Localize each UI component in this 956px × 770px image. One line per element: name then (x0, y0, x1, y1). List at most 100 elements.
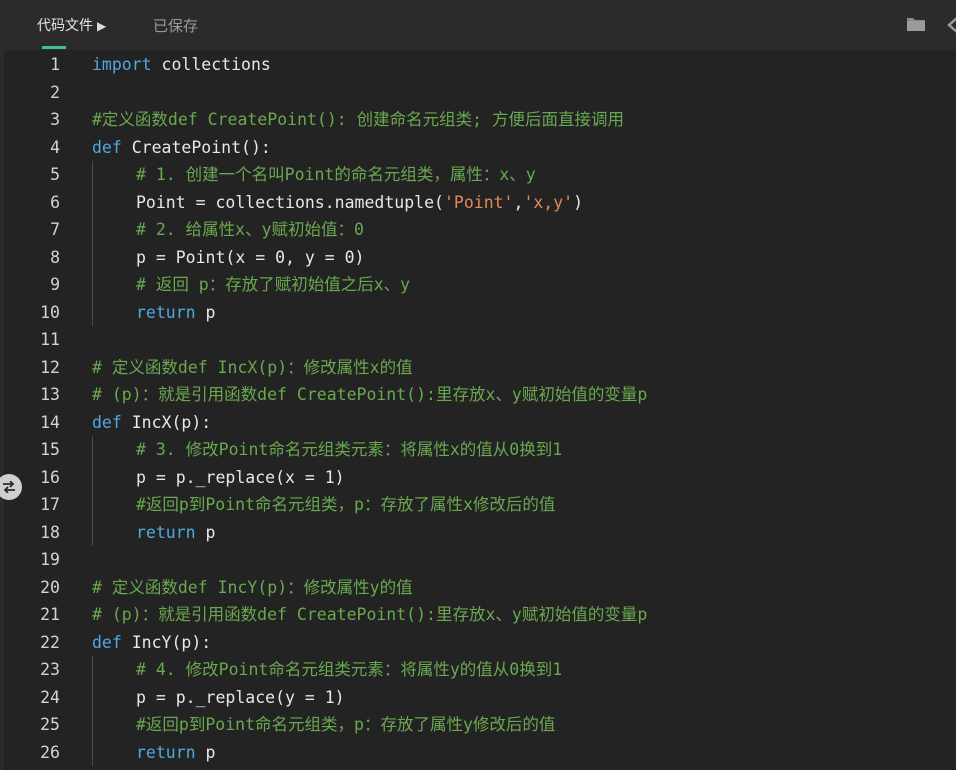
code-token: #定义函数def CreatePoint(): 创建命名元组类; 方便后面直接调… (92, 110, 625, 129)
indent-guide (92, 243, 93, 271)
line-number: 24 (40, 687, 60, 707)
code-line[interactable]: 6 Point = collections.namedtuple('Point',… (4, 188, 956, 217)
code-token: Point = collections.namedtuple( (136, 192, 444, 212)
code-text: # 定义函数def IncX(p)：修改属性x的值 (92, 354, 413, 382)
code-text: Point = collections.namedtuple('Point','… (136, 189, 583, 217)
line-number: 6 (50, 192, 60, 212)
code-text: # 1. 创建一个名叫Point的命名元组类，属性：x、y (136, 161, 536, 189)
line-number: 14 (40, 412, 60, 432)
code-lines: 1 import collections 2 3 #定义函数def CreatePoin… (4, 50, 956, 766)
play-triangle-icon: ▶ (97, 19, 107, 33)
tab-label: 代码文件 (37, 18, 93, 34)
code-line[interactable]: 13 # (p)：就是引用函数def CreatePoint():里存放x、y赋初… (4, 381, 956, 409)
code-editor-window: 代码文件 ▶ 已保存 1 import collections 2 3 #定义函数def … (0, 0, 956, 770)
indent-guide (92, 436, 93, 464)
code-line[interactable]: 1 import collections (4, 51, 956, 79)
line-number: 3 (50, 110, 60, 129)
code-token: p = p._replace(y = 1) (136, 687, 345, 707)
code-line[interactable]: 2 (4, 79, 956, 107)
line-number: 23 (40, 660, 60, 679)
code-line[interactable]: 10 return p (4, 298, 956, 327)
line-number: 15 (40, 440, 60, 459)
code-line[interactable]: 20 # 定义函数def IncY(p)：修改属性y的值 (4, 574, 956, 602)
code-token: # (p)：就是引用函数def CreatePoint():里存放x、y赋初始值… (92, 385, 648, 404)
code-line[interactable]: 25 #返回p到Point命名元组类，p：存放了属性y修改后的值 (4, 711, 956, 739)
code-line[interactable]: 15 # 3. 修改Point命名元组类元素：将属性x的值从0换到1 (4, 436, 956, 464)
indent-guide (92, 683, 93, 711)
code-line[interactable]: 9 # 返回 p：存放了赋初始值之后x、y (4, 271, 956, 299)
code-text: return p (136, 519, 215, 547)
indent-guide (92, 188, 93, 216)
code-token: import (92, 55, 152, 74)
line-number: 13 (40, 385, 60, 404)
code-line[interactable]: 3 #定义函数def CreatePoint(): 创建命名元组类; 方便后面直接… (4, 106, 956, 134)
code-line[interactable]: 16 p = p._replace(x = 1) (4, 463, 956, 491)
line-number: 19 (40, 550, 60, 569)
code-text: def IncX(p): (92, 409, 211, 437)
code-line[interactable]: 12 # 定义函数def IncX(p)：修改属性x的值 (4, 354, 956, 382)
line-number: 22 (40, 632, 60, 652)
line-number: 7 (50, 220, 60, 239)
code-token: #返回p到Point命名元组类，p：存放了属性y修改后的值 (136, 715, 556, 734)
saved-status: 已保存 (153, 17, 199, 35)
indent-guide (92, 463, 93, 491)
code-token: CreatePoint(): (121, 137, 271, 157)
code-token: def (92, 632, 122, 652)
line-number: 1 (50, 55, 60, 74)
collapse-arrow-icon[interactable] (945, 15, 956, 35)
code-text: # 3. 修改Point命名元组类元素：将属性x的值从0换到1 (136, 436, 562, 464)
code-text: #返回p到Point命名元组类，p：存放了属性x修改后的值 (136, 491, 555, 519)
code-token: # 定义函数def IncX(p)：修改属性x的值 (92, 357, 413, 377)
line-number: 4 (50, 137, 60, 157)
code-line[interactable]: 23 # 4. 修改Point命名元组类元素：将属性y的值从0换到1 (4, 656, 956, 684)
indent-guide (92, 738, 93, 766)
code-text: return p (136, 299, 215, 327)
line-number: 18 (40, 522, 60, 542)
code-line[interactable]: 4 def CreatePoint(): (4, 134, 956, 162)
folder-icon[interactable] (906, 15, 928, 35)
code-text: def IncY(p): (92, 629, 211, 657)
line-number: 8 (50, 247, 60, 267)
code-token: return (136, 742, 196, 762)
code-line[interactable]: 14 def IncX(p): (4, 409, 956, 437)
code-token: IncY(p): (121, 632, 212, 652)
code-token: # (p)：就是引用函数def CreatePoint():里存放x、y赋初始值… (92, 605, 648, 624)
indent-guide (92, 298, 93, 326)
code-token: p = p._replace(x = 1) (136, 467, 345, 487)
code-token: # 定义函数def IncY(p)：修改属性y的值 (92, 577, 413, 597)
code-text: # 4. 修改Point命名元组类元素：将属性y的值从0换到1 (136, 656, 562, 684)
code-line[interactable]: 11 (4, 326, 956, 354)
indent-guide (92, 711, 93, 739)
line-number: 25 (40, 715, 60, 734)
line-number: 10 (40, 302, 60, 322)
code-line[interactable]: 24 p = p._replace(y = 1) (4, 683, 956, 711)
code-token: return (136, 522, 196, 542)
tab-bar: 代码文件 ▶ 已保存 (0, 0, 956, 50)
code-text: return p (136, 739, 215, 767)
code-line[interactable]: 19 (4, 546, 956, 574)
code-token: IncX(p): (121, 412, 212, 432)
active-tab-indicator (42, 46, 66, 49)
code-line[interactable]: 26 return p (4, 738, 956, 767)
code-token: p = Point(x = 0, y = 0) (136, 247, 365, 267)
code-line[interactable]: 5 # 1. 创建一个名叫Point的命名元组类，属性：x、y (4, 161, 956, 189)
tab-code-file[interactable]: 代码文件 ▶ (37, 14, 106, 38)
indent-guide (92, 518, 93, 546)
line-number: 26 (40, 742, 60, 762)
code-token: p (195, 302, 216, 322)
code-line[interactable]: 18 return p (4, 518, 956, 547)
code-line[interactable]: 21 # (p)：就是引用函数def CreatePoint():里存放x、y赋初… (4, 601, 956, 629)
editor-area[interactable]: 1 import collections 2 3 #定义函数def CreatePoin… (0, 50, 956, 770)
code-line[interactable]: 17 #返回p到Point命名元组类，p：存放了属性x修改后的值 (4, 491, 956, 519)
indent-guide (92, 216, 93, 244)
code-line[interactable]: 8 p = Point(x = 0, y = 0) (4, 243, 956, 271)
code-text: # (p)：就是引用函数def CreatePoint():里存放x、y赋初始值… (92, 381, 647, 409)
code-text: # 2. 给属性x、y赋初始值：0 (136, 216, 364, 244)
code-text: import collections (92, 51, 271, 79)
code-line[interactable]: 7 # 2. 给属性x、y赋初始值：0 (4, 216, 956, 244)
code-token: p (195, 742, 216, 762)
code-token: # 4. 修改Point命名元组类元素：将属性y的值从0换到1 (136, 660, 563, 679)
line-number: 11 (40, 330, 60, 349)
code-line[interactable]: 22 def IncY(p): (4, 629, 956, 657)
code-token: # 1. 创建一个名叫Point的命名元组类，属性：x、y (136, 165, 536, 184)
